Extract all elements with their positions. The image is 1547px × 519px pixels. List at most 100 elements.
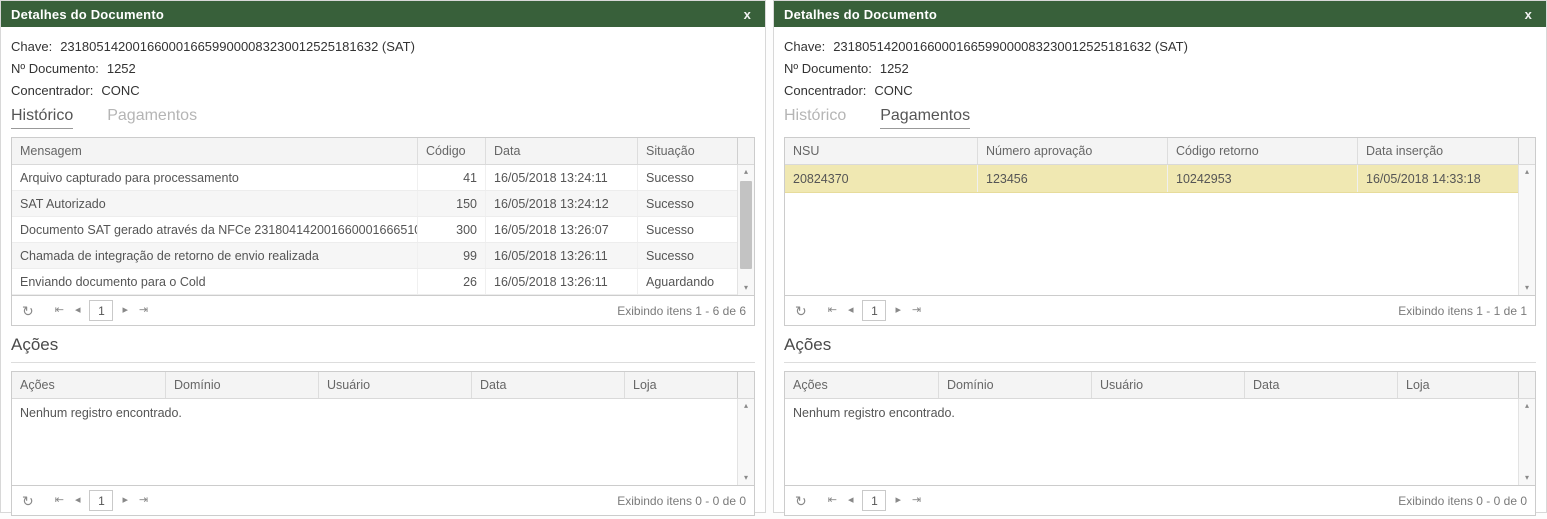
table-row[interactable]: Chamada de integração de retorno de envi…: [12, 243, 737, 269]
tab-historico[interactable]: Histórico: [784, 107, 846, 129]
cell-data: 16/05/2018 13:26:11: [485, 269, 637, 294]
chave-label: Chave:: [11, 39, 52, 54]
acoes-rows: Nenhum registro encontrado.: [12, 399, 737, 485]
acoes-grid-header: Ações Domínio Usuário Data Loja: [12, 372, 754, 399]
cell-data: 16/05/2018 13:26:11: [485, 243, 637, 268]
acoes-pager: ↻ ⇤ ◂ 1 ▸ ⇥ Exibindo itens 0 - 0 de 0: [785, 485, 1535, 515]
table-row[interactable]: Documento SAT gerado através da NFCe 231…: [12, 217, 737, 243]
column-header-codigo: Código: [417, 138, 485, 164]
scroll-up-icon[interactable]: ▴: [1519, 165, 1535, 179]
cell-situacao: Sucesso: [637, 243, 737, 268]
numero-documento-value: 1252: [880, 61, 909, 76]
page-number[interactable]: 1: [862, 300, 886, 321]
numero-documento-line: Nº Documento: 1252: [784, 61, 1536, 76]
column-header-nsu: NSU: [785, 138, 977, 164]
cell-codigo: 300: [417, 217, 485, 242]
next-page-icon[interactable]: ▸: [893, 493, 903, 508]
window-titlebar: Detalhes do Documento x: [1, 1, 765, 27]
table-row[interactable]: SAT Autorizado 150 16/05/2018 13:24:12 S…: [12, 191, 737, 217]
prev-page-icon[interactable]: ◂: [846, 493, 856, 508]
acoes-heading: Ações: [11, 335, 755, 363]
vertical-scrollbar[interactable]: ▴ ▾: [737, 165, 754, 295]
scrollbar-thumb[interactable]: [740, 181, 752, 269]
tab-pagamentos[interactable]: Pagamentos: [880, 107, 970, 129]
next-page-icon[interactable]: ▸: [120, 493, 130, 508]
scroll-down-icon[interactable]: ▾: [738, 471, 754, 485]
scroll-up-icon[interactable]: ▴: [738, 165, 754, 179]
pagamentos-grid-body: 20824370 123456 10242953 16/05/2018 14:3…: [785, 165, 1535, 295]
refresh-icon[interactable]: ↻: [20, 302, 36, 320]
column-header-acoes: Ações: [785, 372, 938, 398]
window-body: Chave:2318051420016600016659900008323001…: [774, 27, 1546, 516]
numero-documento-line: Nº Documento:1252: [11, 61, 755, 76]
first-page-icon[interactable]: ⇤: [826, 303, 839, 318]
page-number[interactable]: 1: [89, 300, 113, 321]
cell-mensagem: Arquivo capturado para processamento: [12, 165, 417, 190]
cell-codigo: 150: [417, 191, 485, 216]
last-page-icon[interactable]: ⇥: [910, 493, 923, 508]
refresh-icon[interactable]: ↻: [793, 492, 809, 510]
scroll-down-icon[interactable]: ▾: [738, 281, 754, 295]
concentrador-value: CONC: [874, 83, 912, 98]
pagamentos-pager: ↻ ⇤ ◂ 1 ▸ ⇥ Exibindo itens 1 - 1 de 1: [785, 295, 1535, 325]
cell-data: 16/05/2018 13:24:11: [485, 165, 637, 190]
cell-situacao: Sucesso: [637, 217, 737, 242]
acoes-grid-body: Nenhum registro encontrado. ▴ ▾: [785, 399, 1535, 485]
vertical-scrollbar[interactable]: ▴ ▾: [1518, 165, 1535, 295]
refresh-icon[interactable]: ↻: [793, 302, 809, 320]
close-icon[interactable]: x: [1521, 6, 1536, 23]
tab-strip: Histórico Pagamentos: [11, 107, 755, 129]
last-page-icon[interactable]: ⇥: [137, 493, 150, 508]
vertical-scrollbar[interactable]: ▴ ▾: [737, 399, 754, 485]
cell-nsu: 20824370: [785, 165, 977, 192]
first-page-icon[interactable]: ⇤: [826, 493, 839, 508]
first-page-icon[interactable]: ⇤: [53, 303, 66, 318]
scroll-up-icon[interactable]: ▴: [738, 399, 754, 413]
table-row-selected[interactable]: 20824370 123456 10242953 16/05/2018 14:3…: [785, 165, 1518, 193]
cell-numero-aprovacao: 123456: [977, 165, 1167, 192]
cell-codigo: 41: [417, 165, 485, 190]
scroll-down-icon[interactable]: ▾: [1519, 471, 1535, 485]
window-title: Detalhes do Documento: [11, 7, 164, 22]
historico-grid-header: Mensagem Código Data Situação: [12, 138, 754, 165]
numero-documento-label: Nº Documento:: [784, 61, 872, 76]
document-details-window-pagamentos: Detalhes do Documento x Chave:2318051420…: [773, 0, 1547, 513]
pager-status: Exibindo itens 0 - 0 de 0: [617, 494, 746, 508]
cell-data-insercao: 16/05/2018 14:33:18: [1357, 165, 1518, 192]
table-row[interactable]: Arquivo capturado para processamento 41 …: [12, 165, 737, 191]
prev-page-icon[interactable]: ◂: [73, 493, 83, 508]
first-page-icon[interactable]: ⇤: [53, 493, 66, 508]
window-title: Detalhes do Documento: [784, 7, 937, 22]
historico-rows: Arquivo capturado para processamento 41 …: [12, 165, 737, 295]
last-page-icon[interactable]: ⇥: [137, 303, 150, 318]
pagamentos-grid-header: NSU Número aprovação Código retorno Data…: [785, 138, 1535, 165]
prev-page-icon[interactable]: ◂: [73, 303, 83, 318]
column-header-numero-aprovacao: Número aprovação: [977, 138, 1167, 164]
vertical-scrollbar[interactable]: ▴ ▾: [1518, 399, 1535, 485]
tab-historico[interactable]: Histórico: [11, 107, 73, 129]
pager-status: Exibindo itens 0 - 0 de 0: [1398, 494, 1527, 508]
page-number[interactable]: 1: [862, 490, 886, 511]
acoes-grid-header: Ações Domínio Usuário Data Loja: [785, 372, 1535, 399]
scroll-down-icon[interactable]: ▾: [1519, 281, 1535, 295]
concentrador-label: Concentrador:: [784, 83, 866, 98]
prev-page-icon[interactable]: ◂: [846, 303, 856, 318]
header-scrollbar-spacer: [1518, 372, 1535, 398]
refresh-icon[interactable]: ↻: [20, 492, 36, 510]
column-header-dominio: Domínio: [938, 372, 1091, 398]
column-header-data: Data: [471, 372, 624, 398]
page-number[interactable]: 1: [89, 490, 113, 511]
cell-mensagem: Enviando documento para o Cold: [12, 269, 417, 294]
table-row[interactable]: Enviando documento para o Cold 26 16/05/…: [12, 269, 737, 295]
tab-pagamentos[interactable]: Pagamentos: [107, 107, 197, 129]
pagamentos-grid: NSU Número aprovação Código retorno Data…: [784, 137, 1536, 326]
close-icon[interactable]: x: [740, 6, 755, 23]
cell-data: 16/05/2018 13:24:12: [485, 191, 637, 216]
dual-dialog-stage: Detalhes do Documento x Chave:2318051420…: [0, 0, 1547, 513]
next-page-icon[interactable]: ▸: [893, 303, 903, 318]
acoes-grid-body: Nenhum registro encontrado. ▴ ▾: [12, 399, 754, 485]
column-header-situacao: Situação: [637, 138, 737, 164]
scroll-up-icon[interactable]: ▴: [1519, 399, 1535, 413]
last-page-icon[interactable]: ⇥: [910, 303, 923, 318]
next-page-icon[interactable]: ▸: [120, 303, 130, 318]
